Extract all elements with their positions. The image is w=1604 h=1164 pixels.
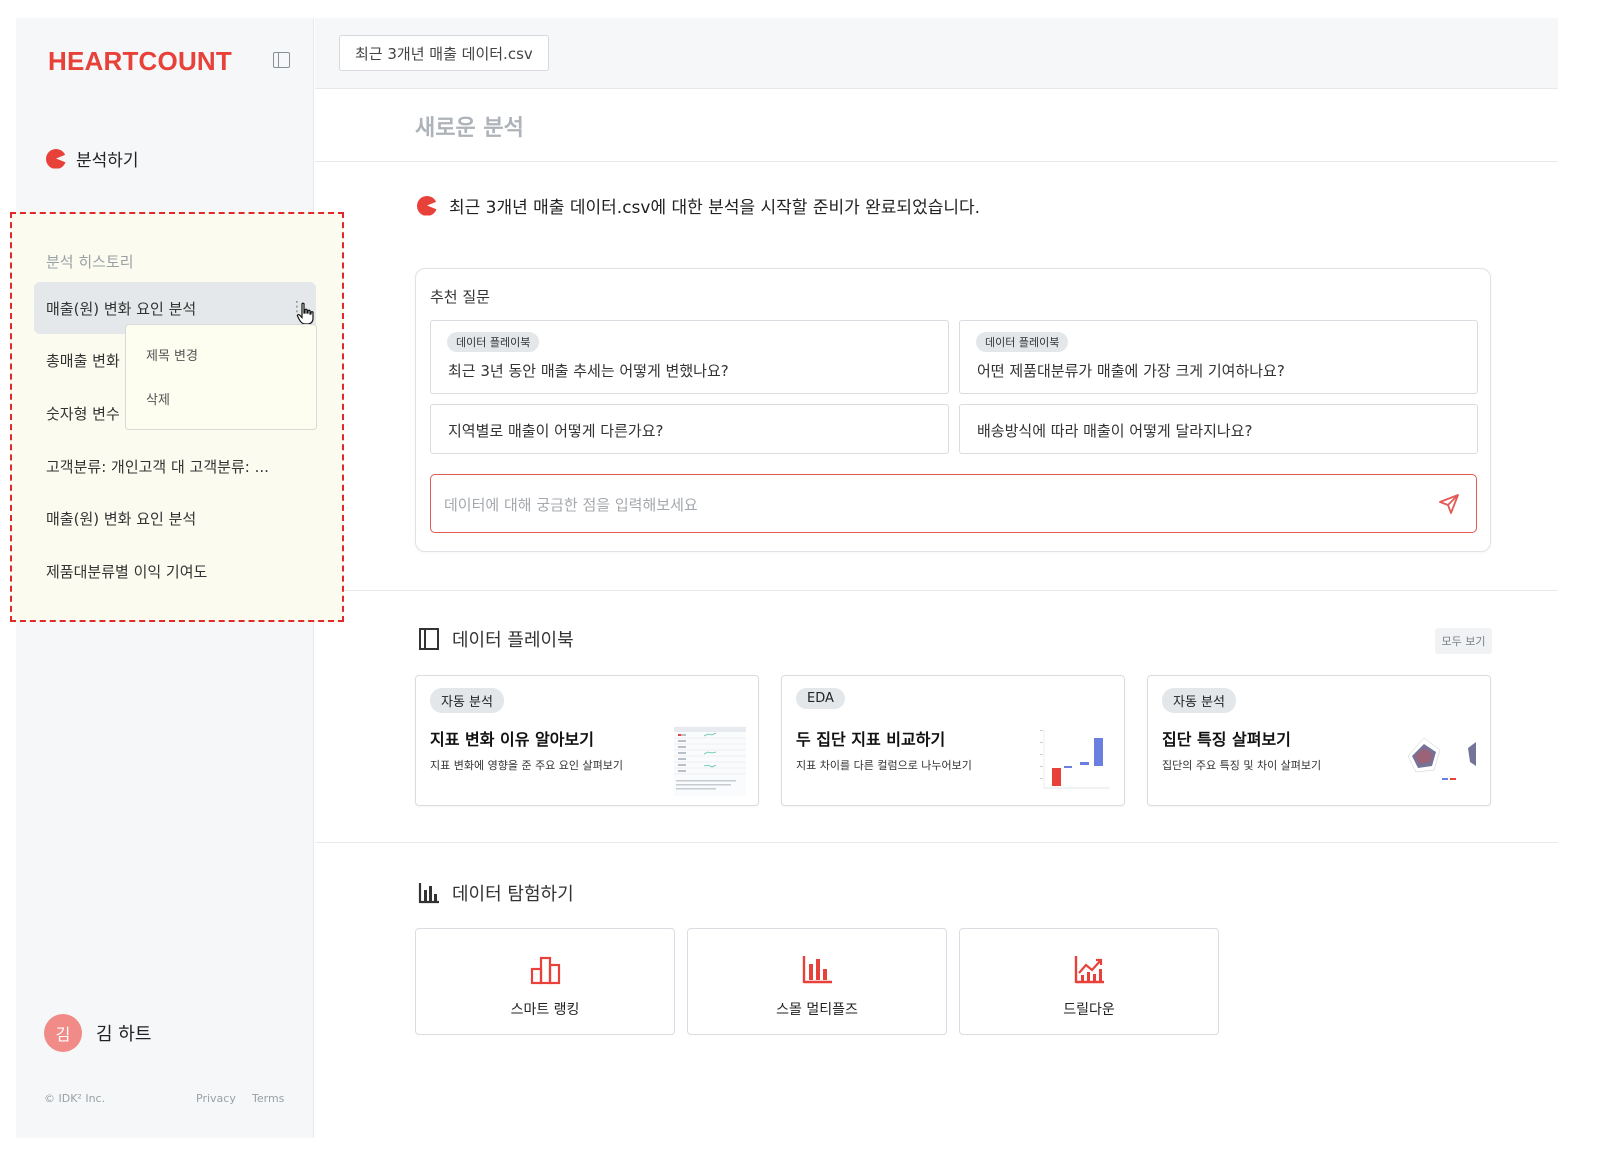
history-item[interactable]: 총매출 변화 [34, 334, 120, 386]
smart-ranking-card[interactable]: 스마트 랭킹 [415, 928, 675, 1035]
playbook-section-header: 데이터 플레이북 [418, 626, 574, 652]
analyze-label: 분석하기 [76, 151, 139, 171]
user-name: 김 하트 [96, 1024, 152, 1045]
divider [315, 842, 1558, 843]
table-thumbnail-icon [674, 726, 746, 796]
terms-link[interactable]: Terms [252, 1092, 284, 1105]
send-icon[interactable] [1438, 493, 1460, 515]
user-profile[interactable]: 김 김 하트 [44, 1014, 151, 1052]
analysis-history-panel: 분석 히스토리 매출(원) 변화 요인 분석 ⋮ 총매출 변화 숫자형 변수 고… [10, 212, 344, 622]
copyright-text: © IDK² Inc. [44, 1092, 106, 1105]
hand-cursor-icon [296, 302, 314, 325]
ready-message: 최근 3개년 매출 데이터.csv에 대한 분석을 시작할 준비가 완료되었습니… [417, 193, 980, 218]
question-input-placeholder: 데이터에 대해 궁금한 점을 입력해보세요 [444, 496, 698, 514]
explore-card-label: 스몰 멀티플즈 [776, 1002, 858, 1018]
explore-section-title: 데이터 탐험하기 [452, 884, 574, 905]
playbook-card-desc: 지표 차이를 다른 컬럼으로 나누어보기 [796, 759, 972, 772]
history-title: 분석 히스토리 [46, 253, 134, 271]
history-item-label: 숫자형 변수 [46, 404, 120, 423]
history-context-menu: 제목 변경 삭제 [125, 324, 317, 430]
explore-card-label: 스마트 랭킹 [510, 1002, 580, 1018]
playbook-card[interactable]: EDA 두 집단 지표 비교하기 지표 차이를 다른 컬럼으로 나누어보기 [781, 675, 1125, 806]
history-item[interactable]: 숫자형 변수 [34, 387, 120, 439]
radar-chart-thumbnail-icon [1407, 737, 1476, 780]
analyze-nav-item[interactable]: 분석하기 [46, 146, 139, 171]
playbook-card-title: 두 집단 지표 비교하기 [796, 730, 946, 749]
playbook-card-desc: 집단의 주요 특징 및 차이 살펴보기 [1162, 759, 1322, 772]
ready-message-text: 최근 3개년 매출 데이터.csv에 대한 분석을 시작할 준비가 완료되었습니… [449, 198, 981, 218]
history-item-label: 매출(원) 변화 요인 분석 [46, 299, 197, 318]
playbook-card-title: 지표 변화 이유 알아보기 [430, 730, 594, 749]
divider [315, 161, 1558, 162]
suggested-questions-card: 추천 질문 데이터 플레이북 최근 3년 동안 매출 추세는 어떻게 변했나요?… [415, 268, 1491, 552]
suggested-question[interactable]: 배송방식에 따라 매출이 어떻게 달라지나요? [959, 404, 1478, 454]
history-item-label: 제품대분류별 이익 기여도 [46, 562, 208, 581]
sidebar-toggle-icon[interactable] [273, 52, 290, 68]
question-text: 지역별로 매출이 어떻게 다른가요? [448, 422, 664, 440]
suggested-questions-title: 추천 질문 [430, 288, 490, 306]
heartcount-pacman-icon [417, 195, 437, 216]
bar-chart-icon [418, 883, 439, 904]
question-text: 최근 3년 동안 매출 추세는 어떻게 변했나요? [448, 362, 729, 380]
playbook-card-badge: EDA [796, 688, 845, 709]
playbook-card[interactable]: 자동 분석 집단 특징 살펴보기 집단의 주요 특징 및 차이 살펴보기 [1147, 675, 1491, 806]
rename-menu-item[interactable]: 제목 변경 [146, 345, 198, 364]
explore-card-label: 드릴다운 [1063, 1002, 1115, 1018]
playbook-card-title: 집단 특징 살펴보기 [1162, 730, 1291, 749]
playbook-badge: 데이터 플레이북 [447, 332, 540, 352]
playbook-section-title: 데이터 플레이북 [452, 630, 574, 651]
playbook-card-badge: 자동 분석 [1162, 688, 1236, 713]
file-tab[interactable]: 최근 3개년 매출 데이터.csv [339, 35, 549, 71]
suggested-question[interactable]: 지역별로 매출이 어떻게 다른가요? [430, 404, 949, 454]
drilldown-icon [1074, 956, 1104, 984]
bar-chart-thumbnail-icon [1040, 730, 1110, 789]
explore-section-header: 데이터 탐험하기 [418, 880, 574, 906]
drilldown-card[interactable]: 드릴다운 [959, 928, 1219, 1035]
history-item[interactable]: 제품대분류별 이익 기여도 [34, 545, 207, 597]
suggested-question[interactable]: 데이터 플레이북 최근 3년 동안 매출 추세는 어떻게 변했나요? [430, 320, 949, 394]
privacy-link[interactable]: Privacy [196, 1092, 236, 1105]
question-text: 배송방식에 따라 매출이 어떻게 달라지나요? [977, 422, 1253, 440]
playbook-card-desc: 지표 변화에 영향을 준 주요 요인 살펴보기 [430, 759, 624, 772]
heartcount-logo[interactable]: HEARTCOUNT [48, 46, 232, 77]
smart-ranking-icon [530, 956, 561, 985]
suggested-question[interactable]: 데이터 플레이북 어떤 제품대분류가 매출에 가장 크게 기여하나요? [959, 320, 1478, 394]
avatar: 김 [44, 1014, 82, 1052]
page-title: 새로운 분석 [415, 116, 524, 141]
divider [315, 590, 1558, 591]
small-multiples-card[interactable]: 스몰 멀티플즈 [687, 928, 947, 1035]
view-all-button[interactable]: 모두 보기 [1435, 628, 1492, 654]
history-item[interactable]: 매출(원) 변화 요인 분석 [34, 492, 196, 544]
heartcount-pacman-icon [46, 148, 66, 169]
topbar: 최근 3개년 매출 데이터.csv [315, 18, 1558, 89]
history-item-label: 고객분류: 개인고객 대 고객분류: ... [46, 457, 269, 476]
main-content: 최근 3개년 매출 데이터.csv 새로운 분석 최근 3개년 매출 데이터.c… [315, 18, 1558, 1138]
question-text: 어떤 제품대분류가 매출에 가장 크게 기여하나요? [977, 362, 1285, 380]
history-item-label: 매출(원) 변화 요인 분석 [46, 509, 197, 528]
question-input[interactable]: 데이터에 대해 궁금한 점을 입력해보세요 [430, 474, 1477, 533]
history-item-label: 총매출 변화 [46, 351, 120, 370]
playbook-card-badge: 자동 분석 [430, 688, 504, 713]
small-multiples-icon [802, 956, 832, 984]
book-icon [419, 628, 439, 650]
delete-menu-item[interactable]: 삭제 [146, 389, 170, 408]
history-item[interactable]: 고객분류: 개인고객 대 고객분류: ... [34, 440, 269, 492]
playbook-card[interactable]: 자동 분석 지표 변화 이유 알아보기 지표 변화에 영향을 준 주요 요인 살… [415, 675, 759, 806]
playbook-badge: 데이터 플레이북 [976, 332, 1069, 352]
